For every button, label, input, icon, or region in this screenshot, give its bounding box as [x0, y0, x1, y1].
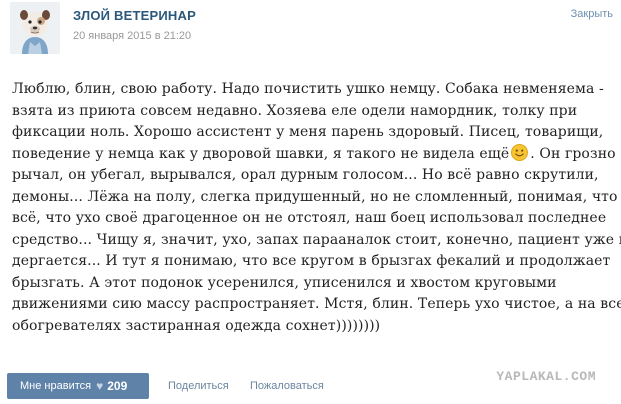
- post-line: средство... Чищу я, значит, ухо, запах п…: [12, 231, 621, 248]
- heart-icon: ♥: [96, 379, 104, 393]
- author-name[interactable]: ЗЛОЙ ВЕТЕРИНАР: [73, 8, 196, 23]
- post-line-part: поведение у немца как у дворовой шавки, …: [12, 145, 510, 162]
- like-label: Мне нравится: [20, 380, 92, 392]
- post-text: Люблю, блин, свою работу. Надо почистить…: [12, 79, 621, 337]
- close-link[interactable]: Закрыть: [571, 8, 613, 20]
- post-date[interactable]: 20 января 2015 в 21:20: [73, 30, 191, 42]
- post-line: взята из приюта совсем недавно. Хозяева …: [12, 102, 578, 119]
- post-line: брызгать. А этот подонок усеренился, упи…: [12, 274, 557, 291]
- post-header: ЗЛОЙ ВЕТЕРИНАР 20 января 2015 в 21:20 За…: [0, 0, 621, 60]
- post-line-with-emoji: поведение у немца как у дворовой шавки, …: [12, 143, 616, 166]
- post-line: демоны... Лёжа на полу, слегка придушенн…: [12, 188, 618, 205]
- avatar[interactable]: [10, 2, 60, 54]
- bulldog-avatar-image: [10, 2, 60, 54]
- post-line-part: . Он грозно: [530, 145, 616, 162]
- like-button[interactable]: Мне нравится ♥ 209: [7, 373, 149, 399]
- like-count: 209: [107, 379, 128, 393]
- post-line: Люблю, блин, свою работу. Надо почистить…: [12, 81, 604, 97]
- share-link[interactable]: Поделиться: [168, 380, 229, 392]
- post-line: дергается... И тут я понимаю, что все кр…: [12, 253, 611, 269]
- complain-link[interactable]: Пожаловаться: [250, 380, 324, 392]
- post-line: обогревателях застиранная одежда сохнет)…: [12, 317, 381, 334]
- watermark: YAPLAKAL.COM: [496, 369, 596, 384]
- post-line: фиксации ноль. Хорошо ассистент у меня п…: [12, 124, 604, 140]
- post-line: движениями сию массу распространяет. Мст…: [12, 296, 621, 312]
- post-line: всё, что ухо своё драгоценное он не отст…: [12, 210, 607, 226]
- smile-icon: [511, 143, 529, 161]
- post-line: рычал, он убегал, вырывался, орал дурным…: [12, 167, 599, 183]
